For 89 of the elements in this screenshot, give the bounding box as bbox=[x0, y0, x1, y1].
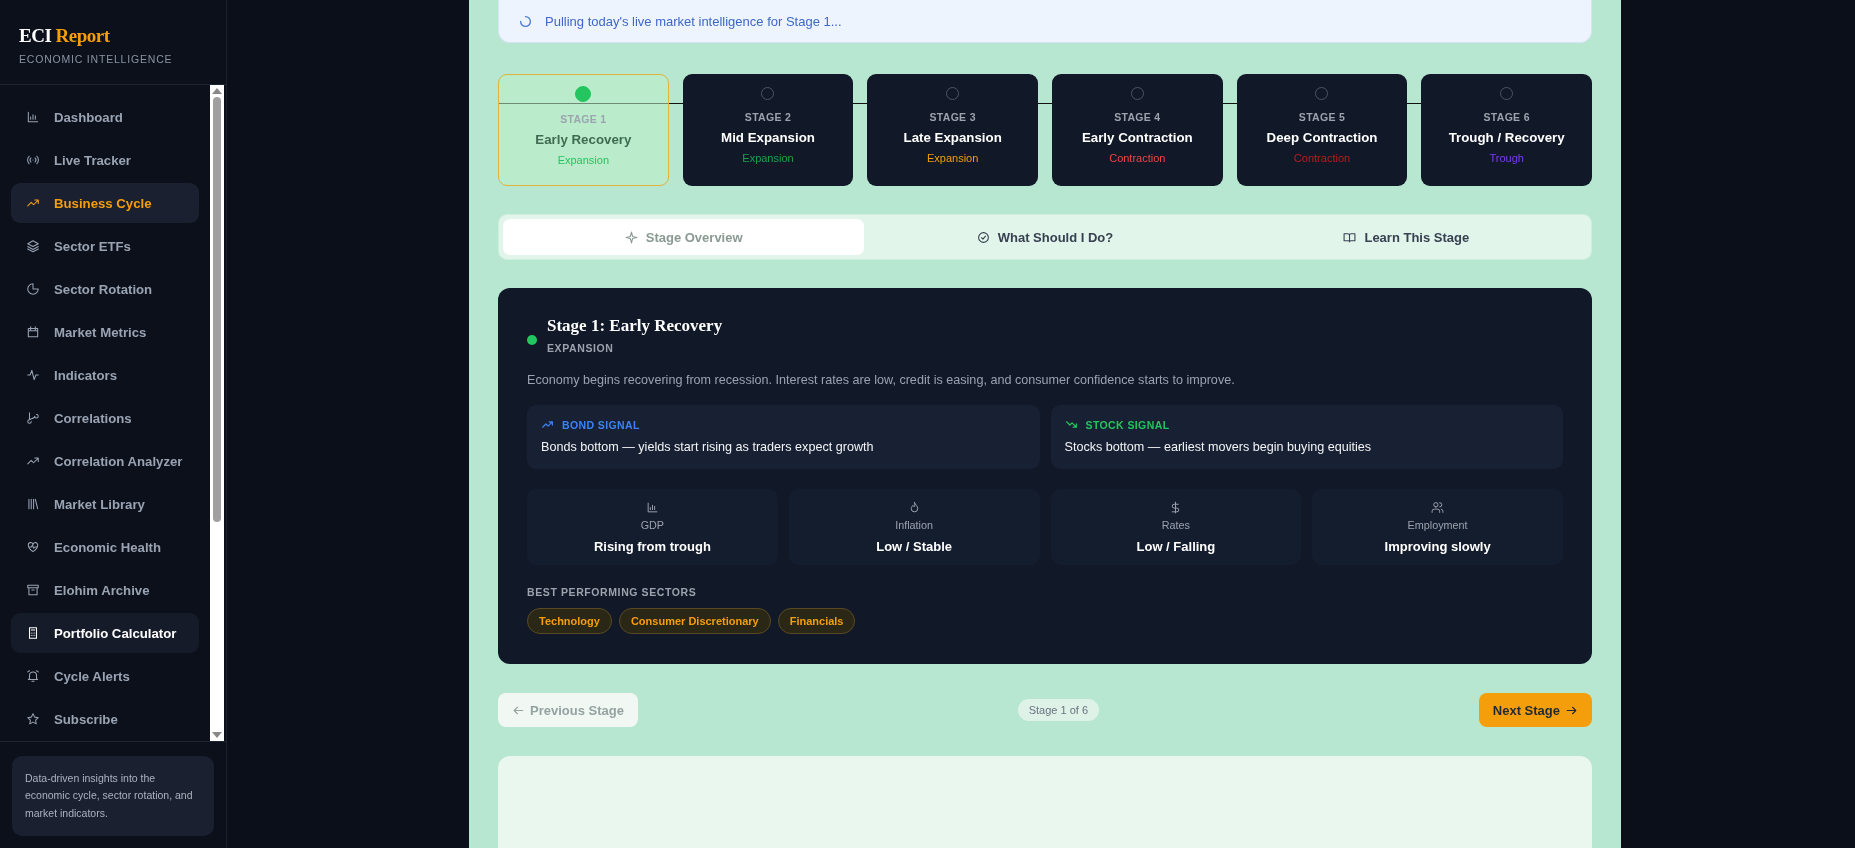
sidebar-item[interactable]: Dashboard bbox=[11, 97, 199, 137]
signal-text: Bonds bottom — yields start rising as traders expect growth bbox=[541, 440, 875, 454]
nav-icon bbox=[26, 110, 40, 124]
sidebar-item[interactable]: Business Cycle bbox=[11, 183, 199, 223]
sidebar-item[interactable]: Elohim Archive bbox=[11, 570, 199, 610]
stage-name: Early Recovery bbox=[535, 132, 632, 147]
stage-title: Stage 1: Early Recovery bbox=[547, 316, 723, 336]
stage-number: STAGE 2 bbox=[744, 111, 792, 123]
stage-description: Economy begins recovering from recession. Interest rates are low, credit is easing, and consumer confidence starts to improve. bbox=[527, 373, 1236, 387]
metric-value: Rising from trough bbox=[593, 538, 711, 554]
stage-card[interactable]: STAGE 6 Trough / Recovery Trough bbox=[1421, 74, 1592, 186]
metric-label: Employment bbox=[1407, 518, 1468, 531]
sidebar-item[interactable]: Correlations bbox=[11, 398, 199, 438]
stage-counter: Stage 1 of 6 bbox=[1017, 699, 1100, 721]
sidebar-item[interactable]: Sector ETFs bbox=[11, 226, 199, 266]
stage-name: Early Contraction bbox=[1081, 130, 1193, 145]
stage-number: STAGE 3 bbox=[929, 111, 976, 123]
nav-icon bbox=[26, 239, 40, 253]
tab[interactable]: What Should I Do? bbox=[864, 219, 1226, 255]
stage-card[interactable]: STAGE 4 Early Contraction Contraction bbox=[1052, 74, 1223, 186]
tab-icon bbox=[1343, 230, 1357, 244]
stage-phase: Expansion bbox=[557, 154, 609, 166]
sidebar-item[interactable]: Cycle Alerts bbox=[11, 656, 199, 696]
brand-logo: ECI Report bbox=[19, 25, 111, 47]
tab-icon bbox=[976, 230, 990, 244]
metric-label: Inflation bbox=[895, 518, 934, 531]
nav-icon bbox=[26, 583, 40, 597]
tab[interactable]: Learn This Stage bbox=[1225, 219, 1587, 255]
sector-tag: Financials bbox=[777, 608, 856, 634]
stage-number: STAGE 6 bbox=[1483, 111, 1530, 123]
metric-value: Improving slowly bbox=[1384, 538, 1491, 554]
stage-phase: Expansion bbox=[742, 152, 794, 164]
metric-value: Low / Falling bbox=[1136, 538, 1216, 554]
nav-icon bbox=[26, 368, 40, 382]
stage-dot bbox=[575, 86, 592, 102]
stage-name: Trough / Recovery bbox=[1448, 130, 1565, 145]
nav-icon bbox=[26, 454, 40, 468]
banner-text: Pulling today's live market intelligence for Stage 1... bbox=[545, 13, 842, 29]
stage-number: STAGE 5 bbox=[1298, 111, 1346, 123]
sidebar-item[interactable]: Sector Rotation bbox=[11, 269, 199, 309]
stage-number: STAGE 4 bbox=[1114, 111, 1161, 123]
stage-phase: Trough bbox=[1489, 152, 1524, 164]
stage-phase: Contraction bbox=[1293, 152, 1351, 164]
nav-icon bbox=[26, 153, 40, 167]
sectors-heading: BEST PERFORMING SECTORS bbox=[527, 586, 698, 598]
sidebar-item[interactable]: Live Tracker bbox=[11, 140, 199, 180]
sector-tag: Technology bbox=[527, 608, 612, 634]
nav-icon bbox=[26, 626, 40, 640]
next-stage-button[interactable]: Next Stage bbox=[1478, 693, 1592, 727]
sidebar-item[interactable]: Subscribe bbox=[11, 699, 199, 739]
metric-icon bbox=[1431, 500, 1445, 514]
metric-label: GDP bbox=[640, 518, 665, 531]
stage-phase: Contraction bbox=[1109, 152, 1166, 164]
stage-name: Mid Expansion bbox=[721, 130, 815, 145]
stage-card[interactable]: STAGE 1 Early Recovery Expansion bbox=[498, 74, 669, 186]
stage-card[interactable]: STAGE 2 Mid Expansion Expansion bbox=[682, 74, 854, 186]
nav-icon bbox=[26, 411, 40, 425]
nav-icon bbox=[26, 669, 40, 683]
metric-label: Rates bbox=[1161, 518, 1190, 531]
nav-icon bbox=[26, 325, 40, 339]
stage-number: STAGE 1 bbox=[560, 113, 607, 125]
stage-card[interactable]: STAGE 5 Deep Contraction Contraction bbox=[1236, 74, 1408, 186]
sidebar-footer-text: Data-driven insights into the economic cycle, sector rotation, and market indicators. bbox=[12, 756, 214, 836]
brand-subtitle: ECONOMIC INTELLIGENCE bbox=[19, 53, 174, 65]
nav-icon bbox=[26, 282, 40, 296]
sector-tag: Consumer Discretionary bbox=[618, 608, 771, 634]
stage-card[interactable]: STAGE 3 Late Expansion Expansion bbox=[867, 74, 1038, 186]
stage-phase-label: EXPANSION bbox=[547, 342, 615, 354]
sidebar-item[interactable]: Market Library bbox=[11, 484, 199, 524]
sidebar-item[interactable]: Indicators bbox=[11, 355, 199, 395]
scrollbar[interactable] bbox=[210, 85, 224, 742]
stage-phase: Expansion bbox=[926, 152, 979, 164]
metric-icon bbox=[645, 500, 659, 514]
signal-label: BOND SIGNAL bbox=[562, 418, 640, 431]
spinner-icon bbox=[519, 14, 532, 28]
nav-icon bbox=[26, 712, 40, 726]
nav-icon bbox=[26, 497, 40, 511]
stage-name: Deep Contraction bbox=[1266, 130, 1378, 145]
metric-value: Low / Stable bbox=[876, 538, 953, 554]
sidebar-item[interactable]: Economic Health bbox=[11, 527, 199, 567]
signal-label: STOCK SIGNAL bbox=[1085, 418, 1170, 431]
nav-icon bbox=[26, 196, 40, 210]
sidebar-item[interactable]: Portfolio Calculator bbox=[11, 613, 199, 653]
tab-icon bbox=[624, 230, 638, 244]
sidebar-item[interactable]: Market Metrics bbox=[11, 312, 199, 352]
sidebar-item[interactable]: Correlation Analyzer bbox=[11, 441, 199, 481]
stage-name: Late Expansion bbox=[903, 130, 1002, 145]
nav-icon bbox=[26, 540, 40, 554]
signal-text: Stocks bottom — earliest movers begin buying equities bbox=[1064, 440, 1373, 454]
